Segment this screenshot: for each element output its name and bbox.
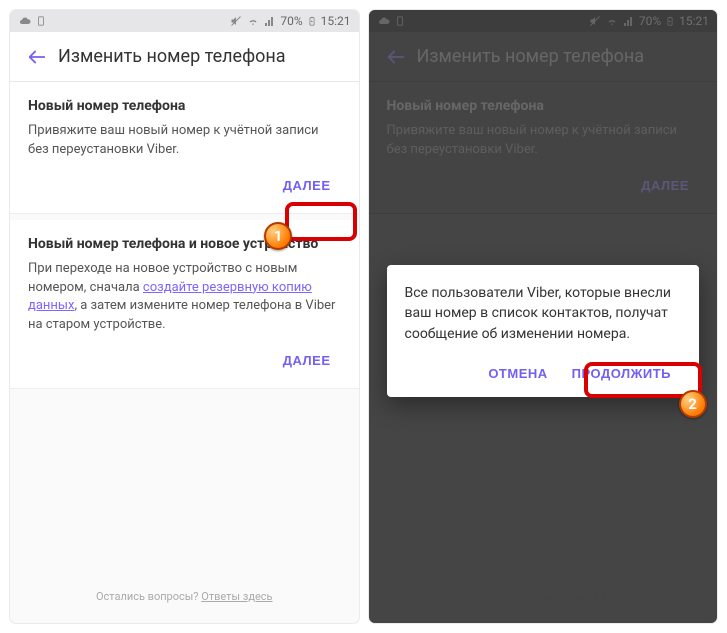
card-title: Новый номер телефона и новое устройство: [28, 236, 341, 252]
card-title: Новый номер телефона: [28, 98, 341, 114]
continue-button[interactable]: ПРОДОЛЖИТЬ: [562, 358, 681, 389]
clock-text: 15:21: [321, 14, 351, 28]
card-new-number: Новый номер телефона Привяжите ваш новый…: [10, 82, 359, 214]
signal-icon: [264, 15, 276, 27]
card-new-number-device: Новый номер телефона и новое устройство …: [10, 220, 359, 389]
device-icon: [36, 15, 46, 27]
footer: Остались вопросы? Ответы здесь: [10, 590, 359, 603]
screen-left: 70% 15:21 Изменить номер телефона Новый …: [10, 10, 359, 623]
battery-text: 70%: [280, 14, 302, 28]
footer-link[interactable]: Ответы здесь: [201, 590, 272, 603]
screen-right: 70% 15:21 Изменить номер телефона Новый …: [369, 10, 718, 623]
card-body: Привяжите ваш новый номер к учётной запи…: [28, 122, 341, 160]
appbar: Изменить номер телефона: [10, 32, 359, 82]
mute-icon: [230, 15, 242, 27]
battery-icon: [307, 14, 317, 28]
wifi-icon: [246, 15, 260, 27]
back-arrow-icon: [26, 46, 48, 68]
back-button[interactable]: [22, 42, 52, 72]
appbar-title: Изменить номер телефона: [58, 46, 286, 67]
statusbar: 70% 15:21: [10, 10, 359, 32]
confirm-dialog: Все пользователи Viber, которые внесли в…: [387, 265, 700, 397]
next-button-1[interactable]: ДАЛЕЕ: [273, 170, 341, 201]
cloud-icon: [18, 15, 32, 27]
footer-text: Остались вопросы?: [96, 590, 201, 603]
card-body: При переходе на новое устройство с новым…: [28, 260, 341, 335]
next-button-2[interactable]: ДАЛЕЕ: [273, 345, 341, 376]
card-body-post: , а затем измените номер телефона в Vibe…: [28, 298, 335, 332]
dialog-message: Все пользователи Viber, которые внесли в…: [405, 283, 682, 344]
cancel-button[interactable]: ОТМЕНА: [478, 358, 557, 389]
